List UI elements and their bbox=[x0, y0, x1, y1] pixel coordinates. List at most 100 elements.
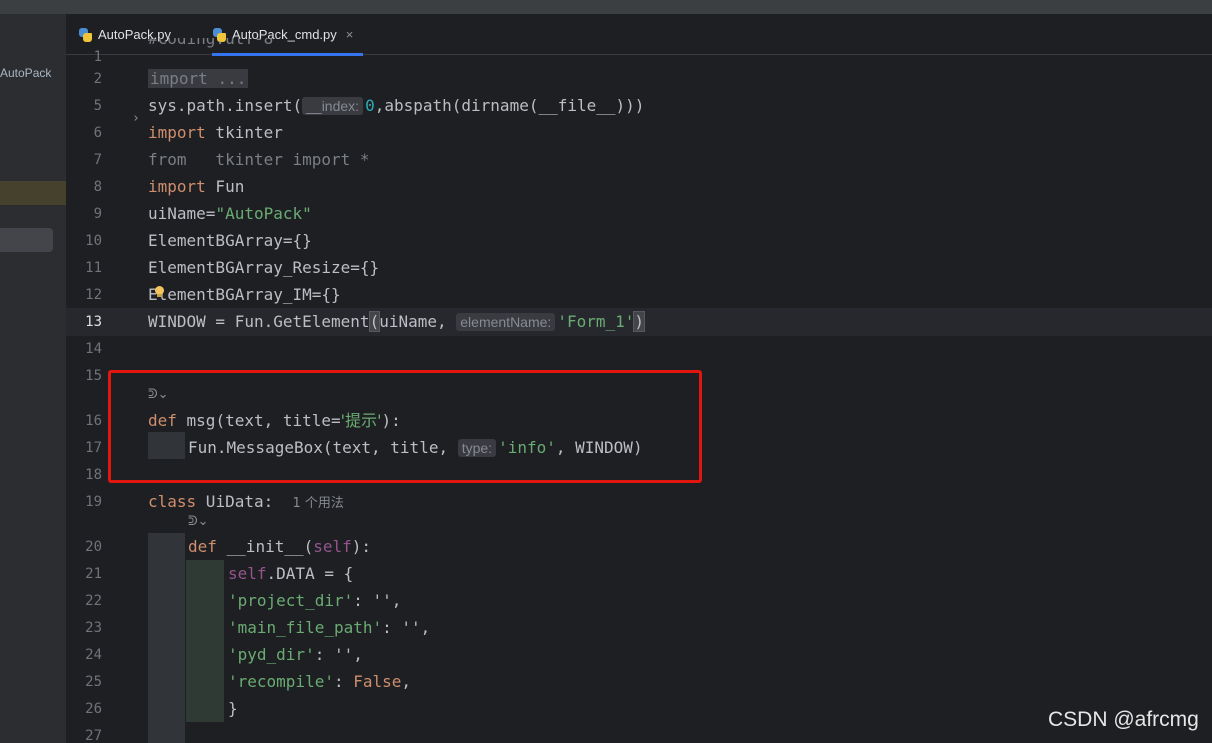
param-hint-elementname: elementName: bbox=[456, 313, 556, 331]
keyword: def bbox=[188, 537, 217, 556]
folded-imports[interactable]: import ... bbox=[148, 69, 249, 88]
code-line-13[interactable]: WINDOW = Fun.GetElement(uiName, elementN… bbox=[148, 311, 645, 333]
close-icon[interactable]: × bbox=[346, 27, 354, 42]
self-keyword: self bbox=[228, 564, 267, 583]
code-text: UiData: bbox=[196, 492, 274, 511]
line-number: 2 bbox=[93, 71, 102, 87]
string-literal: "AutoPack" bbox=[215, 204, 312, 223]
code-line-24[interactable]: 'pyd_dir': '', bbox=[228, 644, 363, 666]
code-text: Fun bbox=[205, 177, 245, 196]
line-number: 22 bbox=[85, 593, 102, 609]
code-text: uiName, bbox=[379, 312, 457, 331]
matched-bracket: ) bbox=[633, 311, 645, 332]
window-title-strip bbox=[0, 0, 1212, 14]
string-literal: 'main_file_path' bbox=[228, 618, 383, 637]
line-number: 17 bbox=[85, 440, 102, 456]
project-label[interactable]: AutoPack bbox=[0, 66, 51, 80]
code-line-10[interactable]: ElementBGArray={} bbox=[148, 230, 312, 252]
code-text: } bbox=[228, 699, 238, 718]
code-text: ElementBGArray={} bbox=[148, 231, 312, 250]
code-text: : '', bbox=[314, 645, 363, 664]
matched-bracket: ( bbox=[368, 311, 381, 332]
fold-ellipsis: ... bbox=[217, 69, 247, 88]
sidebar-selected-row[interactable] bbox=[0, 181, 66, 205]
code-text: : '', bbox=[382, 618, 431, 637]
line-number: 26 bbox=[85, 701, 102, 717]
line-number: 10 bbox=[85, 233, 102, 249]
code-text: ): bbox=[351, 537, 372, 556]
code-line-22[interactable]: 'project_dir': '', bbox=[228, 590, 401, 612]
self-keyword: self bbox=[313, 537, 352, 556]
code-text: , bbox=[401, 672, 412, 691]
number-literal: 0 bbox=[365, 96, 375, 115]
code-line-19[interactable]: class UiData: 1 个用法 bbox=[148, 491, 344, 515]
code-lens-icon[interactable]: ᕲ⌄ bbox=[188, 514, 209, 529]
fold-chevron-icon[interactable]: › bbox=[132, 111, 140, 126]
line-number: 1 bbox=[93, 49, 102, 65]
code-text: __init__( bbox=[216, 537, 314, 556]
lightbulb-icon[interactable] bbox=[154, 286, 164, 298]
line-number: 18 bbox=[85, 467, 102, 483]
line-number: 11 bbox=[85, 260, 102, 276]
string-literal: 'project_dir' bbox=[228, 591, 354, 610]
code-line-20[interactable]: def __init__(self): bbox=[188, 536, 371, 558]
line-number: 14 bbox=[85, 341, 102, 357]
code-text: sys.path.insert( bbox=[148, 96, 303, 115]
code-line-1[interactable]: #coding:utf-8 bbox=[148, 38, 273, 52]
keyword: import bbox=[148, 177, 206, 196]
code-line-23[interactable]: 'main_file_path': '', bbox=[228, 617, 430, 639]
line-number: 15 bbox=[85, 368, 102, 384]
line-number: 7 bbox=[93, 152, 102, 168]
line-number: 23 bbox=[85, 620, 102, 636]
keyword: False bbox=[353, 672, 402, 691]
line-number: 19 bbox=[85, 494, 102, 510]
line-number: 25 bbox=[85, 674, 102, 690]
code-line-8[interactable]: import Fun bbox=[148, 176, 244, 198]
indent-guide bbox=[186, 560, 224, 722]
code-text: ElementBGArray_IM={} bbox=[148, 285, 341, 304]
code-text: WINDOW = Fun.GetElement bbox=[148, 312, 370, 331]
code-line-7[interactable]: from tkinter import * bbox=[148, 149, 370, 171]
line-number: 27 bbox=[85, 728, 102, 743]
code-text: ,abspath(dirname(__file__))) bbox=[374, 96, 645, 115]
keyword: class bbox=[148, 492, 197, 511]
sidebar-hover-row[interactable] bbox=[0, 228, 53, 252]
line-number: 12 bbox=[85, 287, 102, 303]
code-line-12[interactable]: ElementBGArray_IM={} bbox=[148, 284, 341, 306]
string-literal: 'recompile' bbox=[228, 672, 334, 691]
line-number: 6 bbox=[93, 125, 102, 141]
watermark: CSDN @afrcmg bbox=[1048, 708, 1199, 731]
keyword: import bbox=[150, 69, 208, 88]
line-number: 24 bbox=[85, 647, 102, 663]
code-line-5[interactable]: sys.path.insert(__index: 0,abspath(dirnam… bbox=[148, 95, 644, 117]
line-number: 20 bbox=[85, 539, 102, 555]
indent-guide bbox=[148, 533, 185, 743]
code-line-9[interactable]: uiName="AutoPack" bbox=[148, 203, 312, 225]
python-file-icon bbox=[78, 27, 92, 42]
code-text: ElementBGArray_Resize={} bbox=[148, 258, 380, 277]
line-number: 16 bbox=[85, 413, 102, 429]
code-text: : bbox=[333, 672, 354, 691]
code-text-unused: from tkinter import * bbox=[148, 150, 370, 169]
project-sidebar: AutoPack bbox=[0, 14, 66, 743]
code-line-26[interactable]: } bbox=[228, 698, 238, 720]
line-number: 8 bbox=[93, 179, 102, 195]
code-text: : '', bbox=[353, 591, 402, 610]
code-text: tkinter bbox=[205, 123, 283, 142]
usage-hint[interactable]: 1 个用法 bbox=[293, 496, 344, 511]
code-line-2[interactable]: import ... bbox=[148, 68, 249, 90]
string-literal: 'Form_1' bbox=[557, 312, 635, 331]
line-number: 5 bbox=[93, 98, 102, 114]
code-line-21[interactable]: self.DATA = { bbox=[228, 563, 353, 585]
keyword: import bbox=[148, 123, 206, 142]
string-literal: 'pyd_dir' bbox=[228, 645, 315, 664]
param-hint-index: __index: bbox=[302, 97, 364, 115]
code-line-6[interactable]: import tkinter bbox=[148, 122, 283, 144]
code-text: uiName= bbox=[148, 204, 216, 223]
red-highlight-box bbox=[108, 370, 702, 483]
code-text: .DATA = { bbox=[266, 564, 354, 583]
code-line-25[interactable]: 'recompile': False, bbox=[228, 671, 411, 693]
line-number: 21 bbox=[85, 566, 102, 582]
code-line-11[interactable]: ElementBGArray_Resize={} bbox=[148, 257, 379, 279]
line-number-current: 13 bbox=[85, 314, 102, 330]
